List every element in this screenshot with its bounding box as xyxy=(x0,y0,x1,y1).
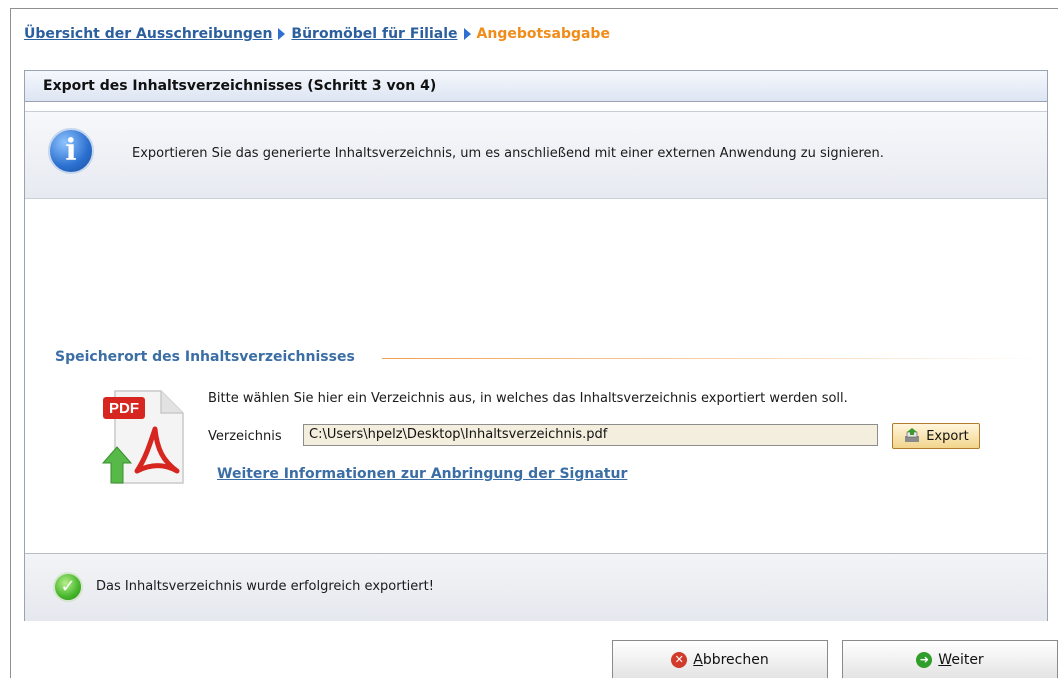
section-title: Speicherort des Inhaltsverzeichnisses xyxy=(55,349,355,365)
export-icon xyxy=(905,428,920,442)
cancel-icon: ✕ xyxy=(671,651,688,668)
info-icon: i xyxy=(48,128,94,174)
pdf-badge: PDF xyxy=(109,400,139,417)
info-text: Exportieren Sie das generierte Inhaltsve… xyxy=(132,146,884,161)
cancel-button[interactable]: ✕ Abbrechen xyxy=(612,640,828,678)
breadcrumb-tender-link[interactable]: Büromöbel für Filiale xyxy=(291,26,457,42)
next-button[interactable]: ➜ Weiter xyxy=(842,640,1058,678)
export-button[interactable]: Export xyxy=(892,423,980,449)
section-divider xyxy=(382,358,1042,359)
status-message: Das Inhaltsverzeichnis wurde erfolgreich… xyxy=(96,579,434,594)
panel-title: Export des Inhaltsverzeichnisses (Schrit… xyxy=(25,71,1047,102)
info-box: i Exportieren Sie das generierte Inhalts… xyxy=(25,111,1047,199)
signature-info-link[interactable]: Weitere Informationen zur Anbringung der… xyxy=(217,466,627,482)
instruction-text: Bitte wählen Sie hier ein Verzeichnis au… xyxy=(208,391,848,406)
directory-field[interactable]: C:\Users\hpelz\Desktop\Inhaltsverzeichni… xyxy=(303,424,878,446)
breadcrumb-current: Angebotsabgabe xyxy=(476,26,610,42)
breadcrumb-arrow-icon xyxy=(278,28,286,40)
export-panel: Export des Inhaltsverzeichnisses (Schrit… xyxy=(24,70,1048,621)
breadcrumb: Übersicht der Ausschreibungen Büromöbel … xyxy=(24,26,610,42)
next-button-label: Weiter xyxy=(938,651,984,668)
next-arrow-icon: ➜ xyxy=(916,651,933,668)
pdf-file-icon: PDF xyxy=(101,390,184,484)
breadcrumb-arrow-icon xyxy=(463,28,471,40)
status-box: ✓ Das Inhaltsverzeichnis wurde erfolgrei… xyxy=(25,553,1047,621)
breadcrumb-overview-link[interactable]: Übersicht der Ausschreibungen xyxy=(24,26,272,42)
success-check-icon: ✓ xyxy=(53,572,83,602)
cancel-button-label: Abbrechen xyxy=(693,651,769,668)
directory-label: Verzeichnis xyxy=(208,429,282,444)
export-button-label: Export xyxy=(926,428,969,444)
